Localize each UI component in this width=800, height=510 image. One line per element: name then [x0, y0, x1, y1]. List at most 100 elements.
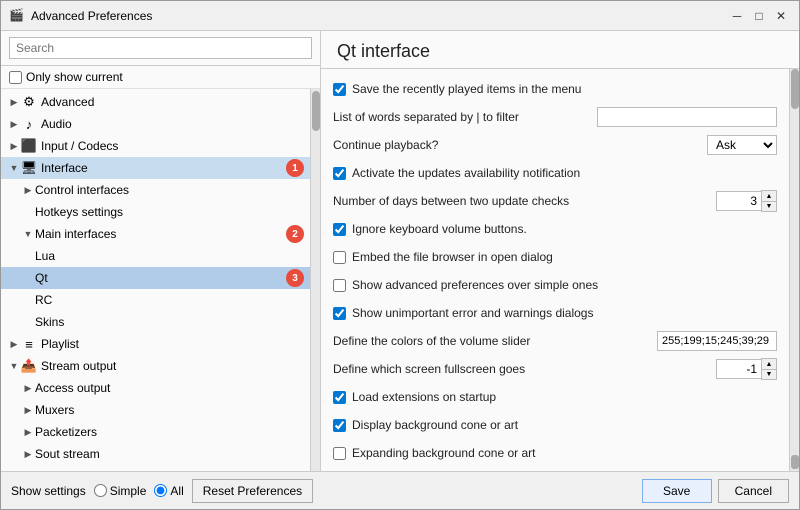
save-recently-checkbox[interactable] [333, 83, 346, 96]
all-radio[interactable] [154, 484, 167, 497]
fullscreen-screen-input[interactable] [716, 359, 761, 379]
packetizers-label: Packetizers [35, 425, 304, 439]
sidebar-item-input-codecs[interactable]: ▶ ⬛ Input / Codecs [1, 135, 310, 157]
fullscreen-screen-increment[interactable]: ▲ [762, 359, 776, 369]
audio-arrow: ▶ [7, 117, 21, 131]
sidebar: Only show current ▶ ⚙ Advanced ▶ ♪ Audio [1, 31, 321, 471]
fullscreen-screen-decrement[interactable]: ▼ [762, 369, 776, 379]
volume-colors-label: Define the colors of the volume slider [333, 334, 657, 348]
setting-ignore-keyboard: Ignore keyboard volume buttons. [333, 217, 777, 241]
sout-label: Sout stream [35, 447, 304, 461]
sidebar-item-playlist[interactable]: ▶ ≡ Playlist [1, 333, 310, 355]
simple-radio[interactable] [94, 484, 107, 497]
panel-title: Qt interface [337, 41, 783, 62]
activate-updates-checkbox[interactable] [333, 167, 346, 180]
sidebar-item-sout-stream[interactable]: ▶ Sout stream [1, 443, 310, 465]
words-filter-input[interactable] [597, 107, 777, 127]
show-settings-label: Show settings [11, 484, 86, 498]
update-days-increment[interactable]: ▲ [762, 191, 776, 201]
interface-arrow: ▼ [7, 161, 21, 175]
audio-label: Audio [41, 117, 304, 131]
settings-scroll-bottom [791, 455, 799, 469]
expanding-background-label: Expanding background cone or art [352, 446, 777, 460]
sidebar-item-lua[interactable]: Lua [1, 245, 310, 267]
sidebar-item-control-interfaces[interactable]: ▶ Control interfaces [1, 179, 310, 201]
audio-icon: ♪ [21, 116, 37, 132]
sidebar-scrollbar[interactable] [310, 89, 320, 471]
sidebar-item-qt[interactable]: Qt 3 [1, 267, 310, 289]
reset-preferences-button[interactable]: Reset Preferences [192, 479, 313, 503]
interface-icon: 🖥 [21, 160, 37, 176]
only-show-current-row: Only show current [1, 66, 320, 89]
all-label: All [170, 484, 183, 498]
expanding-background-checkbox[interactable] [333, 447, 346, 460]
cancel-button[interactable]: Cancel [718, 479, 789, 503]
qt-label: Qt [35, 271, 282, 285]
maximize-button[interactable]: □ [749, 6, 769, 26]
load-extensions-checkbox[interactable] [333, 391, 346, 404]
sidebar-item-skins[interactable]: Skins [1, 311, 310, 333]
fullscreen-screen-label: Define which screen fullscreen goes [333, 362, 697, 376]
skins-label: Skins [35, 315, 304, 329]
control-label: Control interfaces [35, 183, 304, 197]
stream-icon: 📤 [21, 358, 37, 374]
main-content: Only show current ▶ ⚙ Advanced ▶ ♪ Audio [1, 31, 799, 471]
playlist-arrow: ▶ [7, 337, 21, 351]
main-interfaces-badge: 2 [286, 225, 304, 243]
all-radio-label: All [154, 484, 183, 498]
input-codecs-label: Input / Codecs [41, 139, 304, 153]
update-days-spinner: ▲ ▼ [716, 190, 777, 212]
update-days-input[interactable] [716, 191, 761, 211]
show-unimportant-label: Show unimportant error and warnings dial… [352, 306, 777, 320]
setting-show-unimportant: Show unimportant error and warnings dial… [333, 301, 777, 325]
tree-scroll-area: ▶ ⚙ Advanced ▶ ♪ Audio ▶ ⬛ Input / C [1, 89, 320, 471]
playlist-label: Playlist [41, 337, 304, 351]
sidebar-item-hotkeys[interactable]: ▶ Hotkeys settings [1, 201, 310, 223]
hotkeys-label: Hotkeys settings [35, 205, 304, 219]
sout-arrow: ▶ [21, 447, 35, 461]
only-show-current-checkbox[interactable] [9, 71, 22, 84]
update-days-control: ▲ ▼ [697, 190, 777, 212]
embed-browser-checkbox[interactable] [333, 251, 346, 264]
settings-scrollbar[interactable] [789, 69, 799, 471]
main-interfaces-label: Main interfaces [35, 227, 282, 241]
setting-save-recently: Save the recently played items in the me… [333, 77, 777, 101]
muxers-arrow: ▶ [21, 403, 35, 417]
sidebar-item-stream-output[interactable]: ▼ 📤 Stream output [1, 355, 310, 377]
interface-badge: 1 [286, 159, 304, 177]
volume-colors-input[interactable] [657, 331, 777, 351]
search-input[interactable] [9, 37, 312, 59]
stream-label: Stream output [41, 359, 304, 373]
save-button[interactable]: Save [642, 479, 712, 503]
setting-volume-colors: Define the colors of the volume slider [333, 329, 777, 353]
save-recently-label: Save the recently played items in the me… [352, 82, 777, 96]
sidebar-item-packetizers[interactable]: ▶ Packetizers [1, 421, 310, 443]
display-background-checkbox[interactable] [333, 419, 346, 432]
setting-continue-playback: Continue playback? Ask Yes No [333, 133, 777, 157]
panel-header: Qt interface [321, 31, 799, 69]
display-background-label: Display background cone or art [352, 418, 777, 432]
words-filter-control [597, 107, 777, 127]
ignore-keyboard-checkbox[interactable] [333, 223, 346, 236]
sidebar-item-interface[interactable]: ▼ 🖥 Interface 1 [1, 157, 310, 179]
setting-display-background: Display background cone or art [333, 413, 777, 437]
update-days-decrement[interactable]: ▼ [762, 201, 776, 211]
settings-scroll-area: Save the recently played items in the me… [321, 69, 799, 471]
sidebar-item-main-interfaces[interactable]: ▼ Main interfaces 2 [1, 223, 310, 245]
sidebar-item-rc[interactable]: RC [1, 289, 310, 311]
sidebar-item-audio[interactable]: ▶ ♪ Audio [1, 113, 310, 135]
sidebar-item-access-output[interactable]: ▶ Access output [1, 377, 310, 399]
sidebar-item-advanced[interactable]: ▶ ⚙ Advanced [1, 91, 310, 113]
minimize-button[interactable]: ─ [727, 6, 747, 26]
continue-playback-select[interactable]: Ask Yes No [707, 135, 777, 155]
packetizers-arrow: ▶ [21, 425, 35, 439]
app-icon: 🎬 [9, 8, 25, 24]
tree-container: ▶ ⚙ Advanced ▶ ♪ Audio ▶ ⬛ Input / C [1, 89, 310, 471]
close-button[interactable]: ✕ [771, 6, 791, 26]
show-advanced-checkbox[interactable] [333, 279, 346, 292]
advanced-arrow: ▶ [7, 95, 21, 109]
fullscreen-screen-btns: ▲ ▼ [761, 358, 777, 380]
show-unimportant-checkbox[interactable] [333, 307, 346, 320]
sidebar-item-muxers[interactable]: ▶ Muxers [1, 399, 310, 421]
bottom-bar: Show settings Simple All Reset Preferenc… [1, 471, 799, 509]
